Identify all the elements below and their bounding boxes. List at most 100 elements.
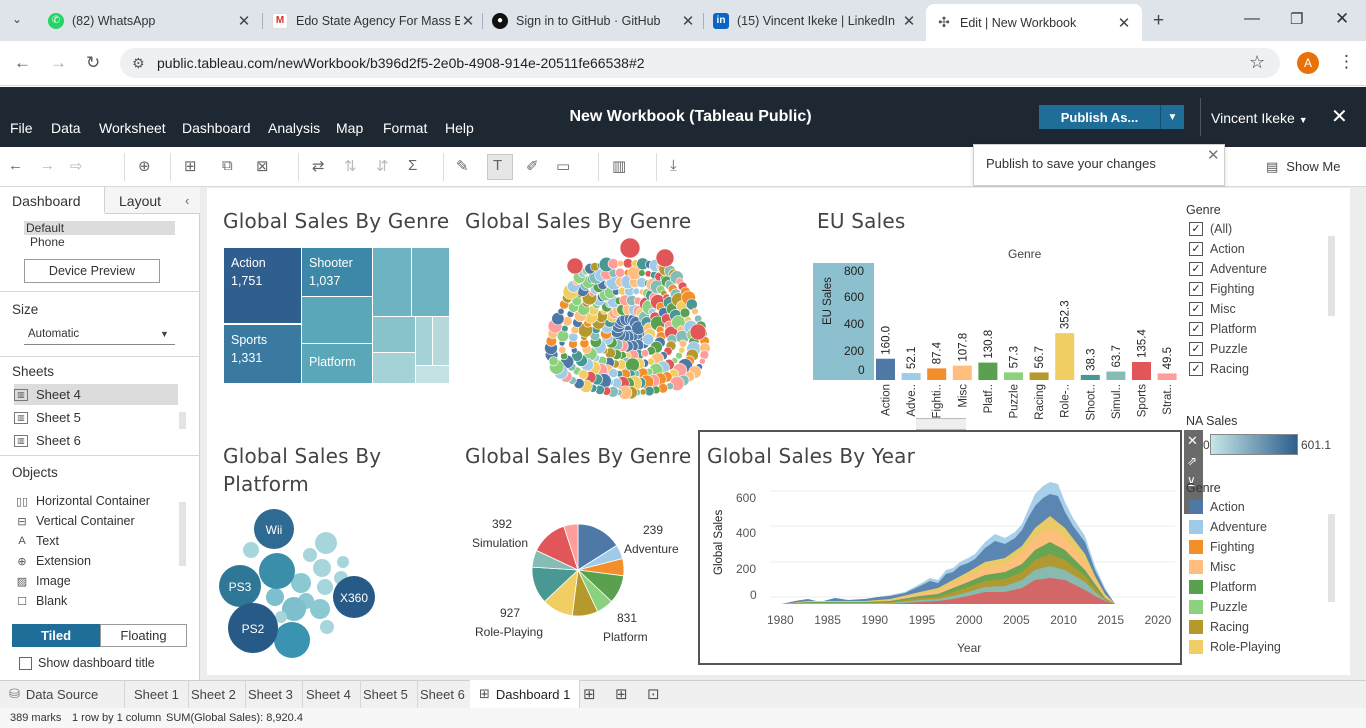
sort-desc-icon[interactable]: ⇵ <box>376 157 389 175</box>
dashboard-tab-active[interactable]: ⊞ Dashboard 1 <box>470 680 581 708</box>
sort-asc-icon[interactable]: ⇅ <box>344 157 357 175</box>
fit-icon[interactable]: ▭ <box>556 157 570 175</box>
sheet-tab[interactable]: Sheet 2 <box>182 680 246 708</box>
close-tab-icon[interactable]: ✕ <box>460 12 476 30</box>
bubble[interactable] <box>259 553 295 589</box>
genre-filter-item[interactable]: ✓ Puzzle <box>1189 339 1248 359</box>
eu-bar[interactable] <box>1029 372 1049 380</box>
browser-tab-tableau[interactable]: ✣ Edit | New Workbook ✕ <box>926 4 1142 41</box>
genre-filter-scrollbar[interactable] <box>1328 236 1335 316</box>
genre-bubble[interactable] <box>639 388 647 396</box>
genre-bubble[interactable] <box>678 339 688 348</box>
genre-bubble[interactable] <box>640 349 650 358</box>
undo-icon[interactable]: ← <box>8 157 23 174</box>
size-select[interactable]: Automatic <box>28 328 79 340</box>
genre-bubble[interactable] <box>632 287 640 295</box>
tiled-button[interactable]: Tiled <box>12 624 100 647</box>
genre-pie-chart[interactable] <box>530 522 626 618</box>
genre-bubble[interactable] <box>548 356 559 367</box>
publish-as-button[interactable]: Publish As... <box>1039 105 1160 129</box>
close-tab-icon[interactable]: ✕ <box>1116 14 1132 32</box>
treemap-cell[interactable] <box>412 248 449 316</box>
forward-icon[interactable]: → <box>50 53 67 73</box>
eu-bar[interactable] <box>927 368 947 380</box>
genre-filter-item[interactable]: ✓ Fighting <box>1189 279 1254 299</box>
genre-bubble[interactable] <box>558 345 567 354</box>
packed-bubble-chart[interactable] <box>540 236 725 426</box>
genre-legend-item[interactable]: Platform <box>1189 577 1257 597</box>
close-editor-icon[interactable]: ✕ <box>1331 104 1348 129</box>
global-sales-area-chart[interactable] <box>770 480 1175 610</box>
bubble[interactable] <box>274 622 310 658</box>
treemap-cell[interactable] <box>302 297 372 343</box>
genre-filter-item[interactable]: ✓ Platform <box>1189 319 1257 339</box>
genre-legend-item[interactable]: Role-Playing <box>1189 637 1281 657</box>
redo-icon[interactable]: → <box>40 157 55 174</box>
genre-bubble[interactable] <box>566 257 584 275</box>
publish-dropdown-icon[interactable]: ▼ <box>1160 105 1184 129</box>
new-sheet-icon[interactable]: ⊞ <box>184 157 197 175</box>
bubble[interactable] <box>310 599 330 619</box>
treemap-cell[interactable] <box>433 317 449 365</box>
go-to-sheet-icon[interactable]: ⇗ <box>1187 454 1197 468</box>
close-tab-icon[interactable]: ✕ <box>236 12 252 30</box>
reload-icon[interactable]: ↻ <box>86 53 100 73</box>
eu-bar[interactable] <box>901 373 921 380</box>
eu-bar[interactable] <box>1080 374 1100 380</box>
eu-bar[interactable] <box>876 358 895 380</box>
treemap-cell-platform[interactable]: Platform <box>302 344 372 383</box>
genre-filter-item[interactable]: ✓ (All) <box>1189 219 1232 239</box>
genre-bubble[interactable] <box>691 307 699 316</box>
clear-sheet-icon[interactable]: ⊠ <box>256 157 269 175</box>
replay-icon[interactable]: ⇨ <box>70 157 83 175</box>
genre-bubble[interactable] <box>655 248 675 268</box>
highlight-icon[interactable]: ✎ <box>456 157 469 175</box>
genre-filter-item[interactable]: ✓ Misc <box>1189 299 1236 319</box>
sheet-tab[interactable]: Sheet 4 <box>297 680 361 708</box>
genre-legend-item[interactable]: Racing <box>1189 617 1249 637</box>
genre-filter-item[interactable]: ✓ Racing <box>1189 359 1249 379</box>
bubble[interactable] <box>315 532 337 554</box>
genre-bubble[interactable] <box>578 369 589 380</box>
data-source-tab[interactable]: ⛁ Data Source <box>0 680 125 708</box>
checkbox-checked-icon[interactable]: ✓ <box>1189 322 1203 336</box>
genre-bubble[interactable] <box>619 237 641 259</box>
object-text[interactable]: A Text <box>16 534 59 548</box>
sheets-scrollbar[interactable] <box>179 412 186 429</box>
download-icon[interactable]: ⤓ <box>670 157 677 174</box>
remove-zone-icon[interactable]: ✕ <box>1187 433 1198 449</box>
genre-bubble[interactable] <box>689 323 707 341</box>
genre-legend-item[interactable]: Action <box>1189 497 1245 517</box>
bubble[interactable] <box>303 548 317 562</box>
genre-legend-item[interactable]: Misc <box>1189 557 1236 577</box>
browser-menu-icon[interactable]: ⋮ <box>1338 52 1355 72</box>
browser-tab-github[interactable]: ● Sign in to GitHub · GitHub ✕ <box>482 6 706 35</box>
new-dashboard-icon[interactable]: ⊞ <box>615 685 628 703</box>
swap-icon[interactable]: ⇄ <box>312 157 325 175</box>
treemap-cell-shooter[interactable]: Shooter 1,037 <box>302 248 372 296</box>
genre-bubble[interactable] <box>638 269 646 277</box>
checkbox-checked-icon[interactable]: ✓ <box>1189 222 1203 236</box>
treemap-cell[interactable] <box>416 317 432 365</box>
genre-legend-item[interactable]: Adventure <box>1189 517 1267 537</box>
treemap-cell-action[interactable]: Action 1,751 <box>224 248 301 323</box>
treemap-cell[interactable] <box>416 366 449 383</box>
browser-tab-linkedin[interactable]: in (15) Vincent Ikeke | LinkedIn ✕ <box>703 6 927 35</box>
presentation-icon[interactable]: ▥ <box>612 157 626 175</box>
duplicate-sheet-icon[interactable]: ⧉ <box>222 157 233 174</box>
profile-avatar[interactable]: A <box>1297 52 1319 74</box>
close-tab-icon[interactable]: ✕ <box>680 12 696 30</box>
object-vertical-container[interactable]: ⊟ Vertical Container <box>16 514 134 528</box>
bubble[interactable] <box>317 579 333 595</box>
minimize-icon[interactable]: — <box>1244 10 1260 28</box>
close-window-icon[interactable]: ✕ <box>1335 9 1349 29</box>
tab-search-icon[interactable]: ⌄ <box>12 12 22 26</box>
bubble[interactable] <box>337 556 349 568</box>
objects-scrollbar[interactable] <box>179 502 186 566</box>
genre-bubble[interactable] <box>615 267 625 278</box>
close-tab-icon[interactable]: ✕ <box>901 12 917 30</box>
sheet-tab[interactable]: Sheet 5 <box>354 680 418 708</box>
url-text[interactable]: public.tableau.com/newWorkbook/b396d2f5-… <box>157 55 645 71</box>
sheet-item[interactable]: ▥ Sheet 4 <box>14 384 178 405</box>
platform-bubble-chart[interactable]: Wii PS3 X360 PS2 <box>215 505 380 660</box>
